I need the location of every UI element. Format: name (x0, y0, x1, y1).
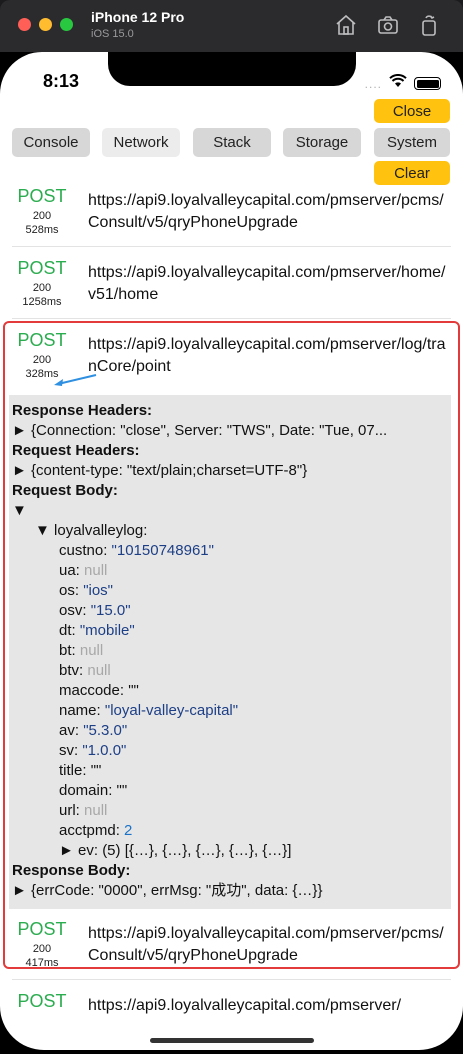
window-zoom-button[interactable] (60, 18, 73, 31)
cellular-signal-icon: .... (364, 76, 382, 91)
notch (108, 52, 356, 86)
request-status: 200 (32, 210, 52, 222)
simulator-os-version: iOS 15.0 (91, 28, 134, 40)
request-url: https://api9.loyalvalleycapital.com/pmse… (88, 192, 444, 231)
row-divider (12, 318, 451, 319)
request-duration: 1258ms (22, 296, 62, 308)
clear-button[interactable]: Clear (374, 161, 450, 185)
phone-screen: 8:13 .... Close Console Network Stack St… (0, 52, 463, 1050)
rotate-icon[interactable] (417, 13, 441, 37)
home-icon[interactable] (334, 13, 358, 37)
camera-icon[interactable] (376, 13, 400, 37)
simulator-title-bar: iPhone 12 Pro iOS 15.0 (0, 0, 463, 52)
request-url: https://api9.loyalvalleycapital.com/pmse… (88, 997, 402, 1014)
request-url: https://api9.loyalvalleycapital.com/pmse… (88, 264, 446, 303)
request-status: 200 (32, 282, 52, 294)
window-minimize-button[interactable] (39, 18, 52, 31)
status-time: 8:13 (43, 71, 80, 91)
tab-storage[interactable]: Storage (283, 128, 361, 157)
request-duration: 528ms (25, 224, 59, 236)
row-divider (12, 979, 451, 980)
phone-frame: 8:13 .... Close Console Network Stack St… (0, 52, 463, 1054)
request-row[interactable]: POST 200 1258ms https://api9.loyalvalley… (12, 258, 451, 318)
request-method: POST (17, 991, 67, 1011)
tab-console[interactable]: Console (12, 128, 90, 157)
tab-system[interactable]: System (374, 128, 450, 157)
battery-icon (414, 77, 441, 90)
tab-network[interactable]: Network (102, 128, 180, 157)
request-method: POST (17, 186, 67, 206)
status-indicators: .... (365, 74, 441, 93)
close-button[interactable]: Close (374, 99, 450, 123)
wifi-icon (389, 74, 407, 93)
simulator-device-name: iPhone 12 Pro (91, 9, 185, 25)
window-close-button[interactable] (18, 18, 31, 31)
request-method: POST (17, 258, 67, 278)
home-indicator (150, 1038, 314, 1043)
highlight-annotation (3, 321, 460, 969)
request-row[interactable]: POST 200 528ms https://api9.loyalvalleyc… (12, 186, 451, 246)
row-divider (12, 246, 451, 247)
tab-stack[interactable]: Stack (193, 128, 271, 157)
